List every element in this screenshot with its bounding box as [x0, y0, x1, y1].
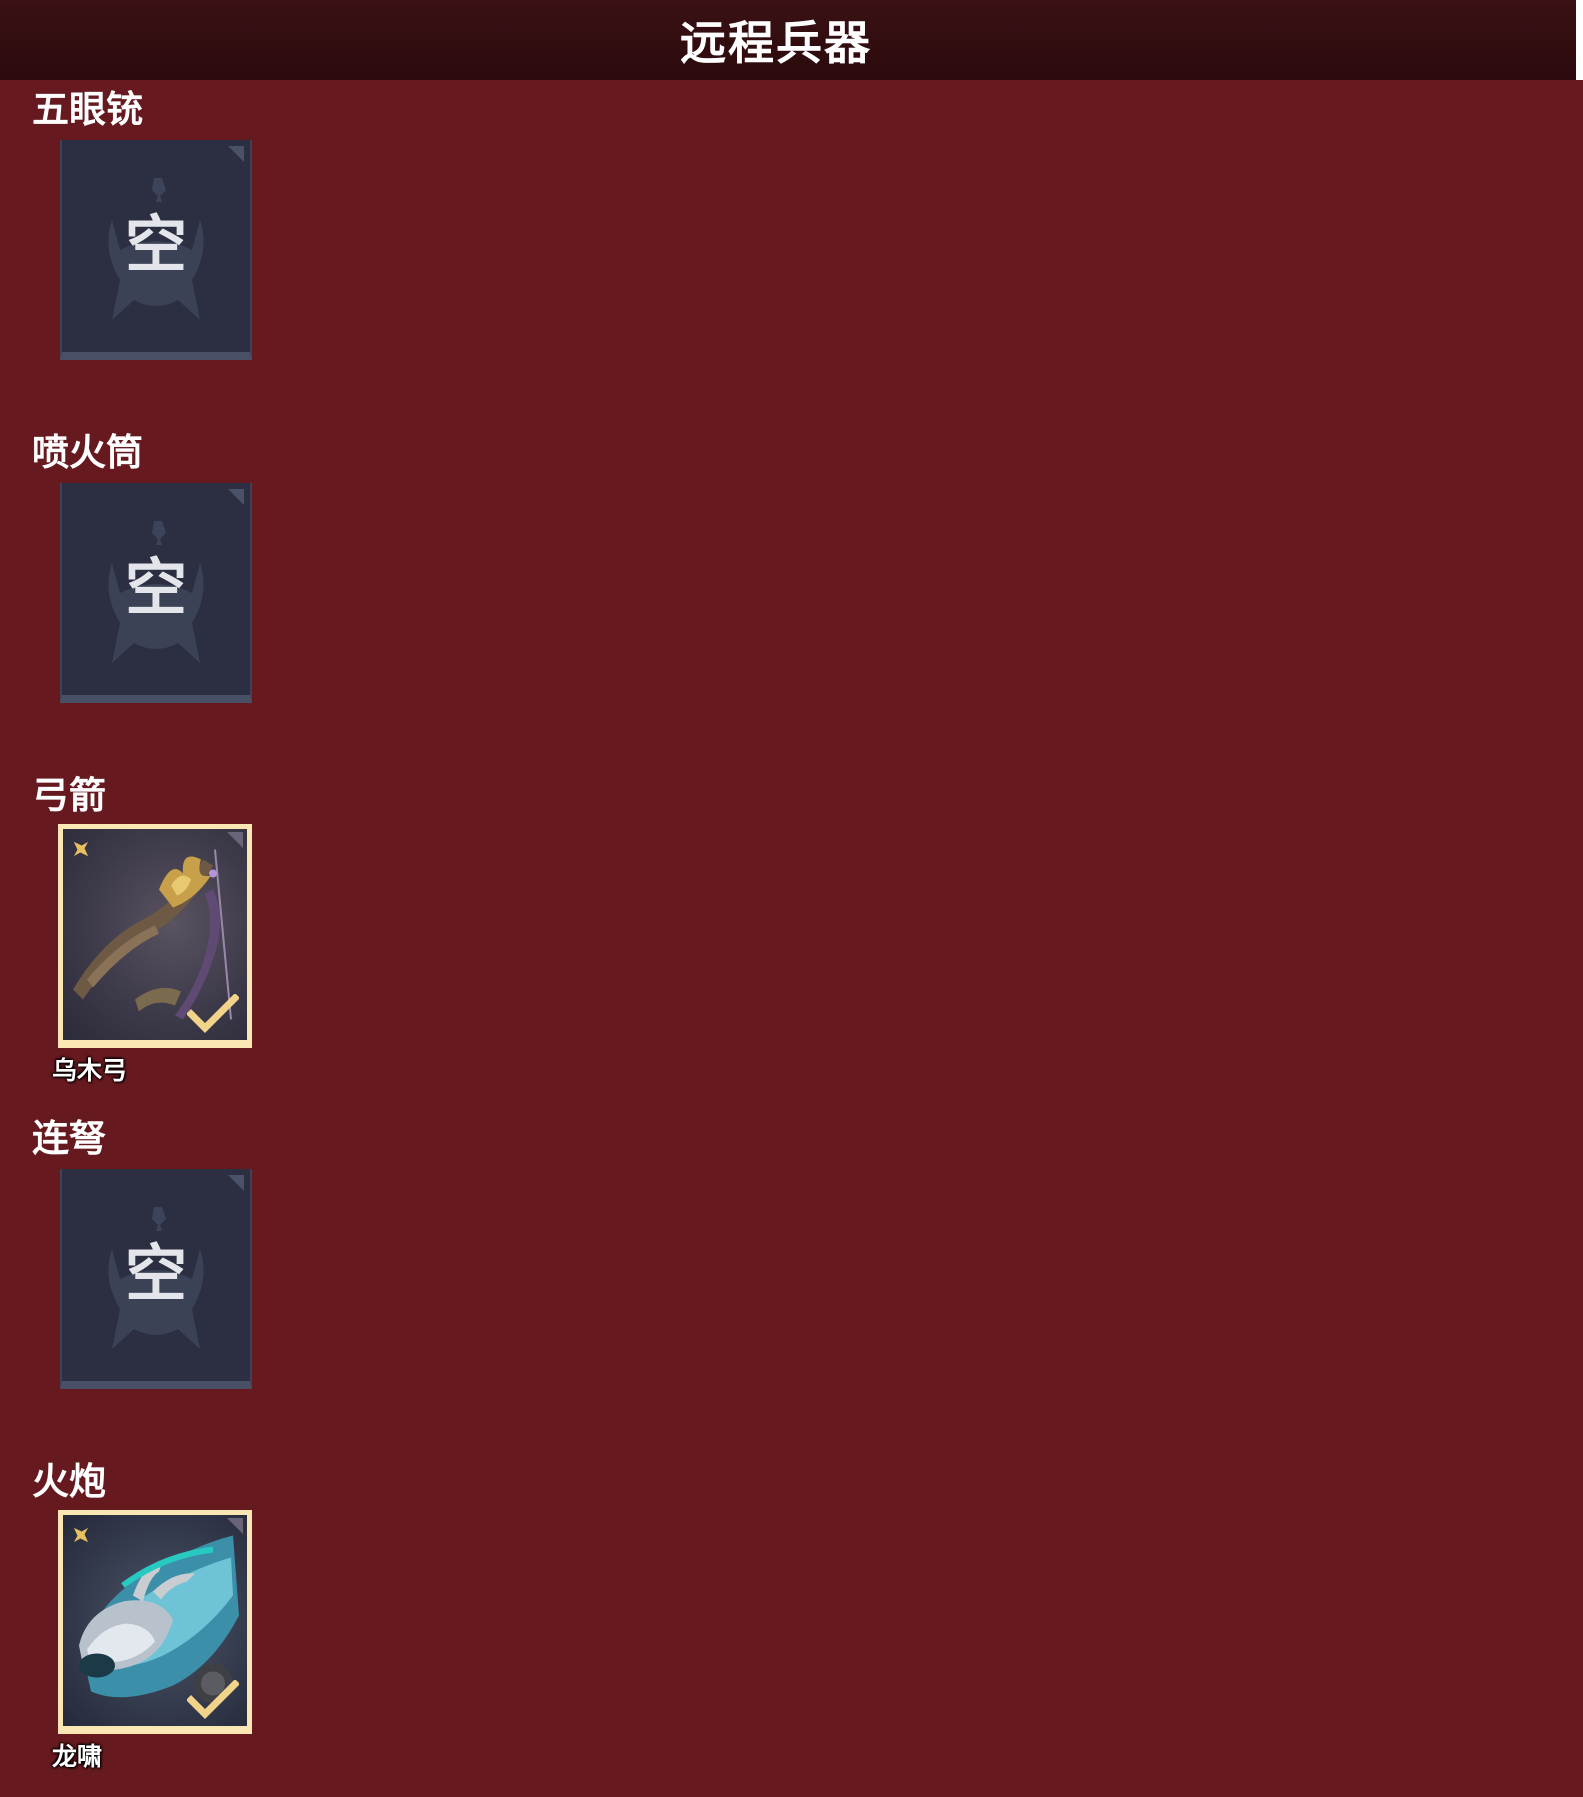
window-header: 远程兵器: [0, 0, 1576, 80]
weapon-section-cannon: 火炮 龙啸: [32, 1460, 252, 1771]
ranged-weapons-panel: 五眼铳 空 喷火筒 空 弓箭 乌木弓 连弩 空 火炮 龙啸: [0, 80, 1583, 1797]
weapon-section-bow: 弓箭 乌木弓: [32, 774, 252, 1085]
empty-weapon-slot[interactable]: 空: [60, 140, 252, 360]
empty-weapon-slot[interactable]: 空: [60, 1169, 252, 1389]
equipped-check-icon: [187, 1680, 239, 1719]
rarity-star-icon: [73, 1527, 89, 1543]
corner-tab-icon: [227, 832, 243, 848]
weapon-art: [63, 1515, 247, 1726]
empty-slot-glyph: 空: [124, 551, 187, 624]
section-title: 火炮: [32, 1460, 106, 1503]
weapon-art: [63, 829, 247, 1040]
page-title: 远程兵器: [680, 16, 872, 70]
equipped-weapon-slot[interactable]: [58, 1510, 252, 1734]
section-title: 弓箭: [32, 774, 106, 817]
empty-weapon-slot[interactable]: 空: [60, 483, 252, 703]
weapon-section-flamethrower: 喷火筒 空: [32, 431, 252, 703]
weapon-section-five-barrel-gun: 五眼铳 空: [32, 88, 252, 360]
equipped-weapon-slot[interactable]: [58, 824, 252, 1048]
equipped-check-icon: [187, 994, 239, 1033]
section-title: 喷火筒: [32, 431, 143, 474]
weapon-name-label: 龙啸: [52, 1742, 103, 1771]
corner-tab-icon: [227, 1518, 243, 1534]
weapon-section-repeating-crossbow: 连弩 空: [32, 1117, 252, 1389]
empty-slot-glyph: 空: [124, 1237, 187, 1310]
section-title: 连弩: [32, 1117, 106, 1160]
weapon-name-label: 乌木弓: [52, 1056, 128, 1085]
rarity-star-icon: [73, 841, 89, 857]
empty-slot-glyph: 空: [124, 208, 187, 281]
section-title: 五眼铳: [32, 88, 143, 131]
